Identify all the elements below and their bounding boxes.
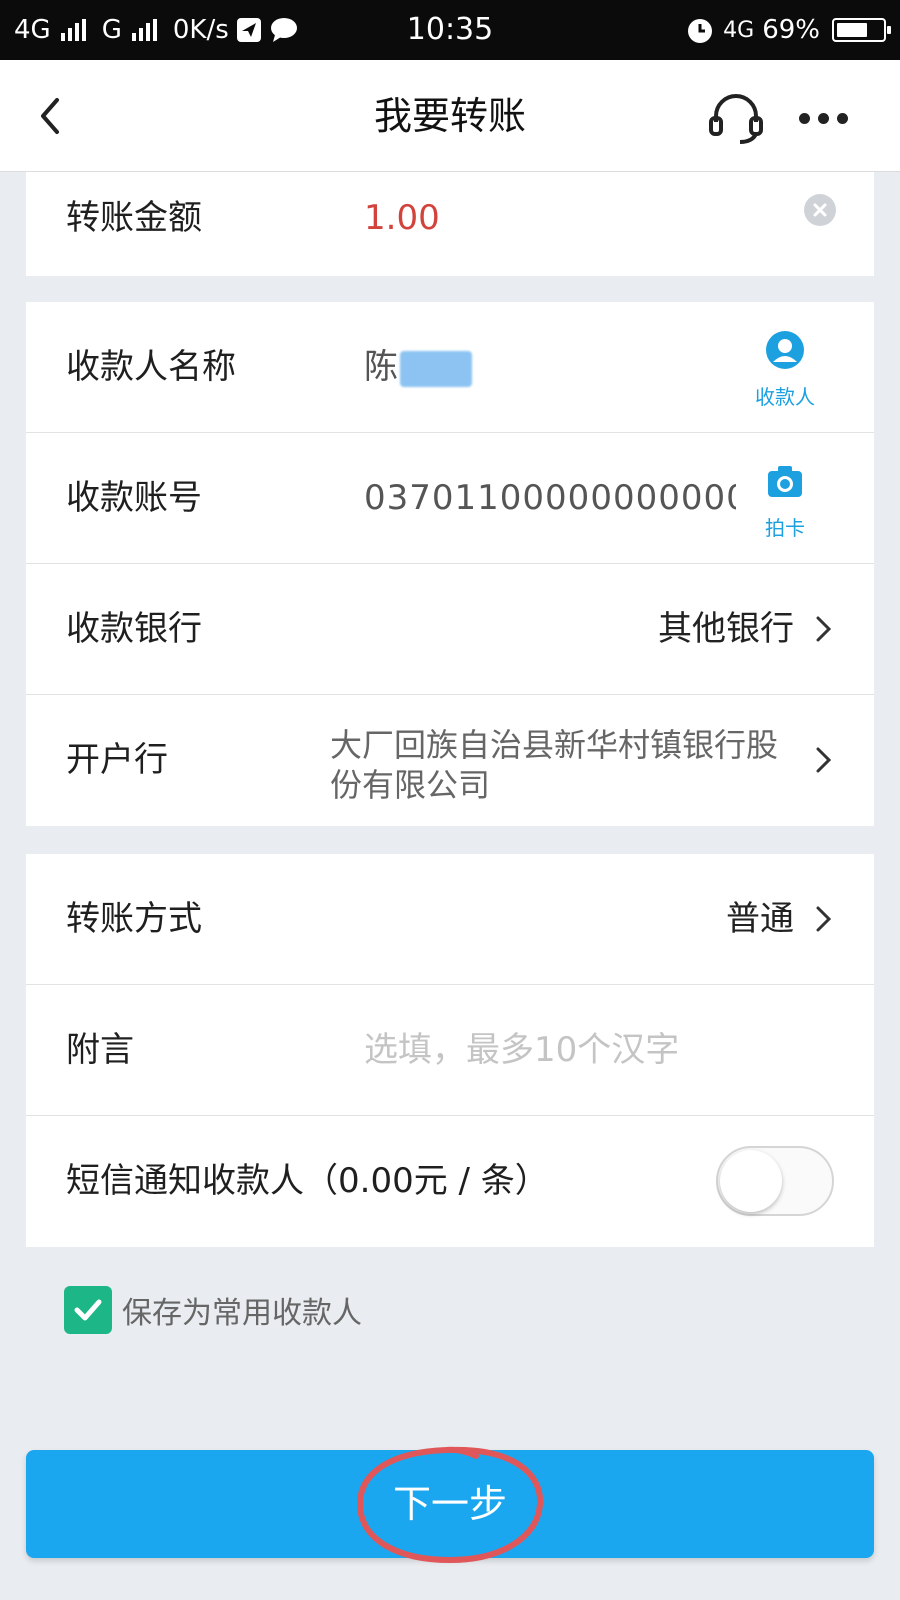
headset-icon <box>709 94 763 144</box>
sms-toggle[interactable] <box>716 1146 834 1216</box>
check-icon <box>74 1299 102 1321</box>
camera-caption: 拍卡 <box>765 516 805 540</box>
person-icon <box>766 331 804 369</box>
payee-name-value: 陈 <box>364 347 398 387</box>
sms-row: 短信通知收款人（0.00元 / 条） <box>26 1116 874 1247</box>
payee-name-input[interactable]: 陈 <box>364 302 472 433</box>
account-row[interactable]: 收款账号 03701100000000000 拍卡 <box>26 433 874 564</box>
more-dot <box>836 112 848 124</box>
amount-input[interactable]: 1.00 <box>364 166 440 270</box>
save-payee-label: 保存为常用收款人 <box>122 1296 362 1331</box>
status-right: 4G 69% <box>685 0 891 60</box>
chevron-right-icon <box>808 745 838 775</box>
bank-row[interactable]: 收款银行 其他银行 <box>26 564 874 695</box>
battery-icon <box>832 18 891 42</box>
scan-card-button[interactable]: 拍卡 <box>748 461 822 541</box>
close-icon <box>813 203 827 217</box>
transfer-method-value: 普通 <box>726 899 794 939</box>
payee-name-label: 收款人名称 <box>66 347 236 387</box>
transfer-method-row[interactable]: 转账方式 普通 <box>26 854 874 985</box>
transfer-method-label: 转账方式 <box>66 899 202 939</box>
bank-value: 其他银行 <box>658 609 794 649</box>
back-button[interactable] <box>22 88 78 144</box>
contacts-button[interactable]: 收款人 <box>748 330 822 410</box>
alarm-icon <box>688 19 713 43</box>
next-step-button[interactable]: 下一步 <box>26 1450 874 1558</box>
redacted-block <box>400 350 472 387</box>
branch-row[interactable]: 开户行 大厂回族自治县新华村镇银行股份有限公司 <box>26 695 874 826</box>
payee-name-row[interactable]: 收款人名称 陈 收款人 <box>26 302 874 433</box>
chevron-right-icon <box>808 904 838 934</box>
bank-label: 收款银行 <box>66 609 202 649</box>
note-row[interactable]: 附言 选填，最多10个汉字 <box>26 985 874 1116</box>
status-bar: 4G G 0K/s 10:35 4G 69% <box>0 0 900 60</box>
amount-label: 转账金额 <box>66 198 202 238</box>
sms-label: 短信通知收款人（0.00元 / 条） <box>66 1161 549 1201</box>
nav-bar: 我要转账 <box>0 60 900 172</box>
account-label: 收款账号 <box>66 478 202 518</box>
contacts-caption: 收款人 <box>755 385 815 409</box>
save-payee-checkbox[interactable] <box>64 1286 112 1334</box>
chevron-left-icon <box>41 98 59 134</box>
branch-value: 大厂回族自治县新华村镇银行股份有限公司 <box>330 726 779 804</box>
more-dots-icon <box>798 112 810 124</box>
more-button[interactable] <box>792 90 854 146</box>
note-label: 附言 <box>66 1030 134 1070</box>
options-card: 转账方式 普通 附言 选填，最多10个汉字 短信通知收款人（0.00元 / 条） <box>26 854 874 1247</box>
battery-percent: 69% <box>762 15 820 45</box>
amount-row[interactable]: 转账金额 1.00 <box>26 172 874 276</box>
note-input[interactable]: 选填，最多10个汉字 <box>364 985 679 1116</box>
amount-card: 转账金额 1.00 <box>26 172 874 276</box>
chevron-right-icon <box>808 614 838 644</box>
network-type-3: 4G <box>723 17 755 43</box>
account-input[interactable]: 03701100000000000 <box>364 433 736 564</box>
save-payee-row[interactable]: 保存为常用收款人 <box>64 1284 362 1336</box>
clear-amount-button[interactable] <box>804 194 836 226</box>
toggle-knob <box>720 1150 782 1212</box>
customer-service-button[interactable] <box>706 90 766 146</box>
branch-label: 开户行 <box>66 740 168 780</box>
payee-card: 收款人名称 陈 收款人 收款账号 03701100000000000 拍卡 收款… <box>26 302 874 826</box>
more-dot <box>817 112 829 124</box>
camera-icon <box>768 466 802 497</box>
